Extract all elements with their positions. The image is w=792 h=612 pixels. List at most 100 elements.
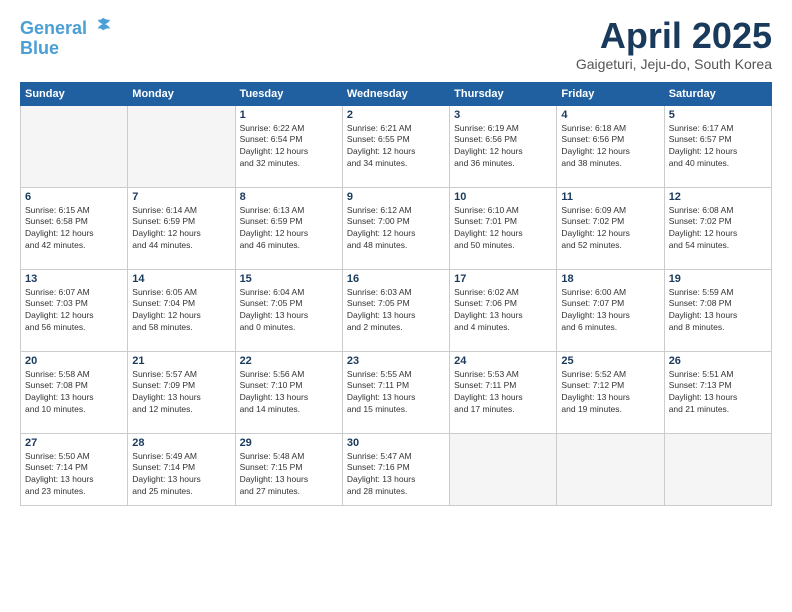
day-number: 18 — [561, 273, 659, 285]
day-number: 22 — [240, 355, 338, 367]
calendar-cell: 25Sunrise: 5:52 AM Sunset: 7:12 PM Dayli… — [557, 351, 664, 433]
calendar-cell: 30 Sunrise: 5:47 AM Sunset: 7:16 PM Dayli… — [342, 433, 449, 505]
calendar-cell: 15 Sunrise: 6:04 AM Sunset: 7:05 PM Dayli… — [235, 269, 342, 351]
day-info: Sunrise: 5:51 AM Sunset: 7:13 PM Dayligh… — [669, 369, 767, 417]
calendar-row-5: 27 Sunrise: 5:50 AM Sunset: 7:14 PM Dayli… — [21, 433, 772, 505]
day-info: Sunrise: 5:56 AM Sunset: 7:10 PM Dayligh… — [240, 369, 338, 417]
day-info: Sunrise: 6:04 AM Sunset: 7:05 PM Dayligh… — [240, 287, 338, 335]
calendar-cell: 20 Sunrise: 5:58 AM Sunset: 7:08 PM Dayli… — [21, 351, 128, 433]
calendar-cell: 12Sunrise: 6:08 AM Sunset: 7:02 PM Dayli… — [664, 187, 771, 269]
logo-text: General — [20, 16, 112, 39]
day-number: 30 — [347, 437, 445, 449]
day-info: Sunrise: 6:22 AM Sunset: 6:54 PM Dayligh… — [240, 123, 338, 171]
calendar-cell — [128, 105, 235, 187]
day-info: Sunrise: 6:21 AM Sunset: 6:55 PM Dayligh… — [347, 123, 445, 171]
day-number: 17 — [454, 273, 552, 285]
day-number: 14 — [132, 273, 230, 285]
day-number: 9 — [347, 191, 445, 203]
calendar-cell: 17 Sunrise: 6:02 AM Sunset: 7:06 PM Dayli… — [450, 269, 557, 351]
calendar-cell: 28 Sunrise: 5:49 AM Sunset: 7:14 PM Dayli… — [128, 433, 235, 505]
weekday-saturday: Saturday — [664, 82, 771, 105]
calendar-cell: 29 Sunrise: 5:48 AM Sunset: 7:15 PM Dayli… — [235, 433, 342, 505]
day-number: 3 — [454, 109, 552, 121]
weekday-wednesday: Wednesday — [342, 82, 449, 105]
day-number: 21 — [132, 355, 230, 367]
calendar-cell: 3Sunrise: 6:19 AM Sunset: 6:56 PM Daylig… — [450, 105, 557, 187]
calendar-cell: 1 Sunrise: 6:22 AM Sunset: 6:54 PM Daylig… — [235, 105, 342, 187]
header: General Blue April 2025 Gaigeturi, Jeju-… — [20, 16, 772, 72]
calendar-cell — [21, 105, 128, 187]
day-number: 13 — [25, 273, 123, 285]
calendar-cell: 19Sunrise: 5:59 AM Sunset: 7:08 PM Dayli… — [664, 269, 771, 351]
day-info: Sunrise: 6:12 AM Sunset: 7:00 PM Dayligh… — [347, 205, 445, 253]
day-info: Sunrise: 5:58 AM Sunset: 7:08 PM Dayligh… — [25, 369, 123, 417]
calendar-cell: 16 Sunrise: 6:03 AM Sunset: 7:05 PM Dayli… — [342, 269, 449, 351]
calendar-cell: 10Sunrise: 6:10 AM Sunset: 7:01 PM Dayli… — [450, 187, 557, 269]
day-number: 29 — [240, 437, 338, 449]
day-info: Sunrise: 6:15 AM Sunset: 6:58 PM Dayligh… — [25, 205, 123, 253]
calendar-cell: 18 Sunrise: 6:00 AM Sunset: 7:07 PM Dayli… — [557, 269, 664, 351]
day-info: Sunrise: 5:59 AM Sunset: 7:08 PM Dayligh… — [669, 287, 767, 335]
calendar-row-4: 20 Sunrise: 5:58 AM Sunset: 7:08 PM Dayli… — [21, 351, 772, 433]
day-number: 24 — [454, 355, 552, 367]
day-info: Sunrise: 6:18 AM Sunset: 6:56 PM Dayligh… — [561, 123, 659, 171]
day-info: Sunrise: 5:52 AM Sunset: 7:12 PM Dayligh… — [561, 369, 659, 417]
location: Gaigeturi, Jeju-do, South Korea — [576, 56, 772, 72]
day-info: Sunrise: 5:48 AM Sunset: 7:15 PM Dayligh… — [240, 451, 338, 499]
day-info: Sunrise: 6:09 AM Sunset: 7:02 PM Dayligh… — [561, 205, 659, 253]
calendar-row-1: 1 Sunrise: 6:22 AM Sunset: 6:54 PM Daylig… — [21, 105, 772, 187]
day-info: Sunrise: 5:57 AM Sunset: 7:09 PM Dayligh… — [132, 369, 230, 417]
calendar-cell: 27 Sunrise: 5:50 AM Sunset: 7:14 PM Dayli… — [21, 433, 128, 505]
logo-line2: Blue — [20, 39, 112, 59]
day-number: 11 — [561, 191, 659, 203]
day-info: Sunrise: 6:03 AM Sunset: 7:05 PM Dayligh… — [347, 287, 445, 335]
day-number: 23 — [347, 355, 445, 367]
day-info: Sunrise: 5:53 AM Sunset: 7:11 PM Dayligh… — [454, 369, 552, 417]
calendar-cell: 13Sunrise: 6:07 AM Sunset: 7:03 PM Dayli… — [21, 269, 128, 351]
weekday-friday: Friday — [557, 82, 664, 105]
calendar-cell: 26 Sunrise: 5:51 AM Sunset: 7:13 PM Dayli… — [664, 351, 771, 433]
calendar-cell: 2 Sunrise: 6:21 AM Sunset: 6:55 PM Daylig… — [342, 105, 449, 187]
calendar-cell: 6 Sunrise: 6:15 AM Sunset: 6:58 PM Daylig… — [21, 187, 128, 269]
day-number: 4 — [561, 109, 659, 121]
calendar: SundayMondayTuesdayWednesdayThursdayFrid… — [20, 82, 772, 506]
day-info: Sunrise: 6:17 AM Sunset: 6:57 PM Dayligh… — [669, 123, 767, 171]
calendar-cell — [557, 433, 664, 505]
calendar-cell: 21 Sunrise: 5:57 AM Sunset: 7:09 PM Dayli… — [128, 351, 235, 433]
day-number: 1 — [240, 109, 338, 121]
day-info: Sunrise: 6:00 AM Sunset: 7:07 PM Dayligh… — [561, 287, 659, 335]
calendar-cell: 8Sunrise: 6:13 AM Sunset: 6:59 PM Daylig… — [235, 187, 342, 269]
day-number: 16 — [347, 273, 445, 285]
day-number: 6 — [25, 191, 123, 203]
day-number: 5 — [669, 109, 767, 121]
day-info: Sunrise: 6:13 AM Sunset: 6:59 PM Dayligh… — [240, 205, 338, 253]
day-number: 28 — [132, 437, 230, 449]
logo-bird-icon — [94, 16, 112, 34]
calendar-cell: 22 Sunrise: 5:56 AM Sunset: 7:10 PM Dayli… — [235, 351, 342, 433]
month-title: April 2025 — [576, 16, 772, 56]
day-number: 7 — [132, 191, 230, 203]
calendar-cell: 23 Sunrise: 5:55 AM Sunset: 7:11 PM Dayli… — [342, 351, 449, 433]
day-number: 15 — [240, 273, 338, 285]
day-number: 27 — [25, 437, 123, 449]
day-info: Sunrise: 5:49 AM Sunset: 7:14 PM Dayligh… — [132, 451, 230, 499]
day-info: Sunrise: 6:05 AM Sunset: 7:04 PM Dayligh… — [132, 287, 230, 335]
day-info: Sunrise: 6:02 AM Sunset: 7:06 PM Dayligh… — [454, 287, 552, 335]
day-info: Sunrise: 5:47 AM Sunset: 7:16 PM Dayligh… — [347, 451, 445, 499]
day-number: 20 — [25, 355, 123, 367]
calendar-cell: 5 Sunrise: 6:17 AM Sunset: 6:57 PM Daylig… — [664, 105, 771, 187]
day-info: Sunrise: 6:14 AM Sunset: 6:59 PM Dayligh… — [132, 205, 230, 253]
day-info: Sunrise: 5:55 AM Sunset: 7:11 PM Dayligh… — [347, 369, 445, 417]
day-info: Sunrise: 5:50 AM Sunset: 7:14 PM Dayligh… — [25, 451, 123, 499]
calendar-cell: 9 Sunrise: 6:12 AM Sunset: 7:00 PM Daylig… — [342, 187, 449, 269]
calendar-cell: 24 Sunrise: 5:53 AM Sunset: 7:11 PM Dayli… — [450, 351, 557, 433]
day-number: 2 — [347, 109, 445, 121]
title-block: April 2025 Gaigeturi, Jeju-do, South Kor… — [576, 16, 772, 72]
calendar-cell: 4 Sunrise: 6:18 AM Sunset: 6:56 PM Daylig… — [557, 105, 664, 187]
calendar-cell — [664, 433, 771, 505]
logo-line1: General — [20, 18, 87, 38]
weekday-header-row: SundayMondayTuesdayWednesdayThursdayFrid… — [21, 82, 772, 105]
day-number: 26 — [669, 355, 767, 367]
day-number: 10 — [454, 191, 552, 203]
day-info: Sunrise: 6:08 AM Sunset: 7:02 PM Dayligh… — [669, 205, 767, 253]
